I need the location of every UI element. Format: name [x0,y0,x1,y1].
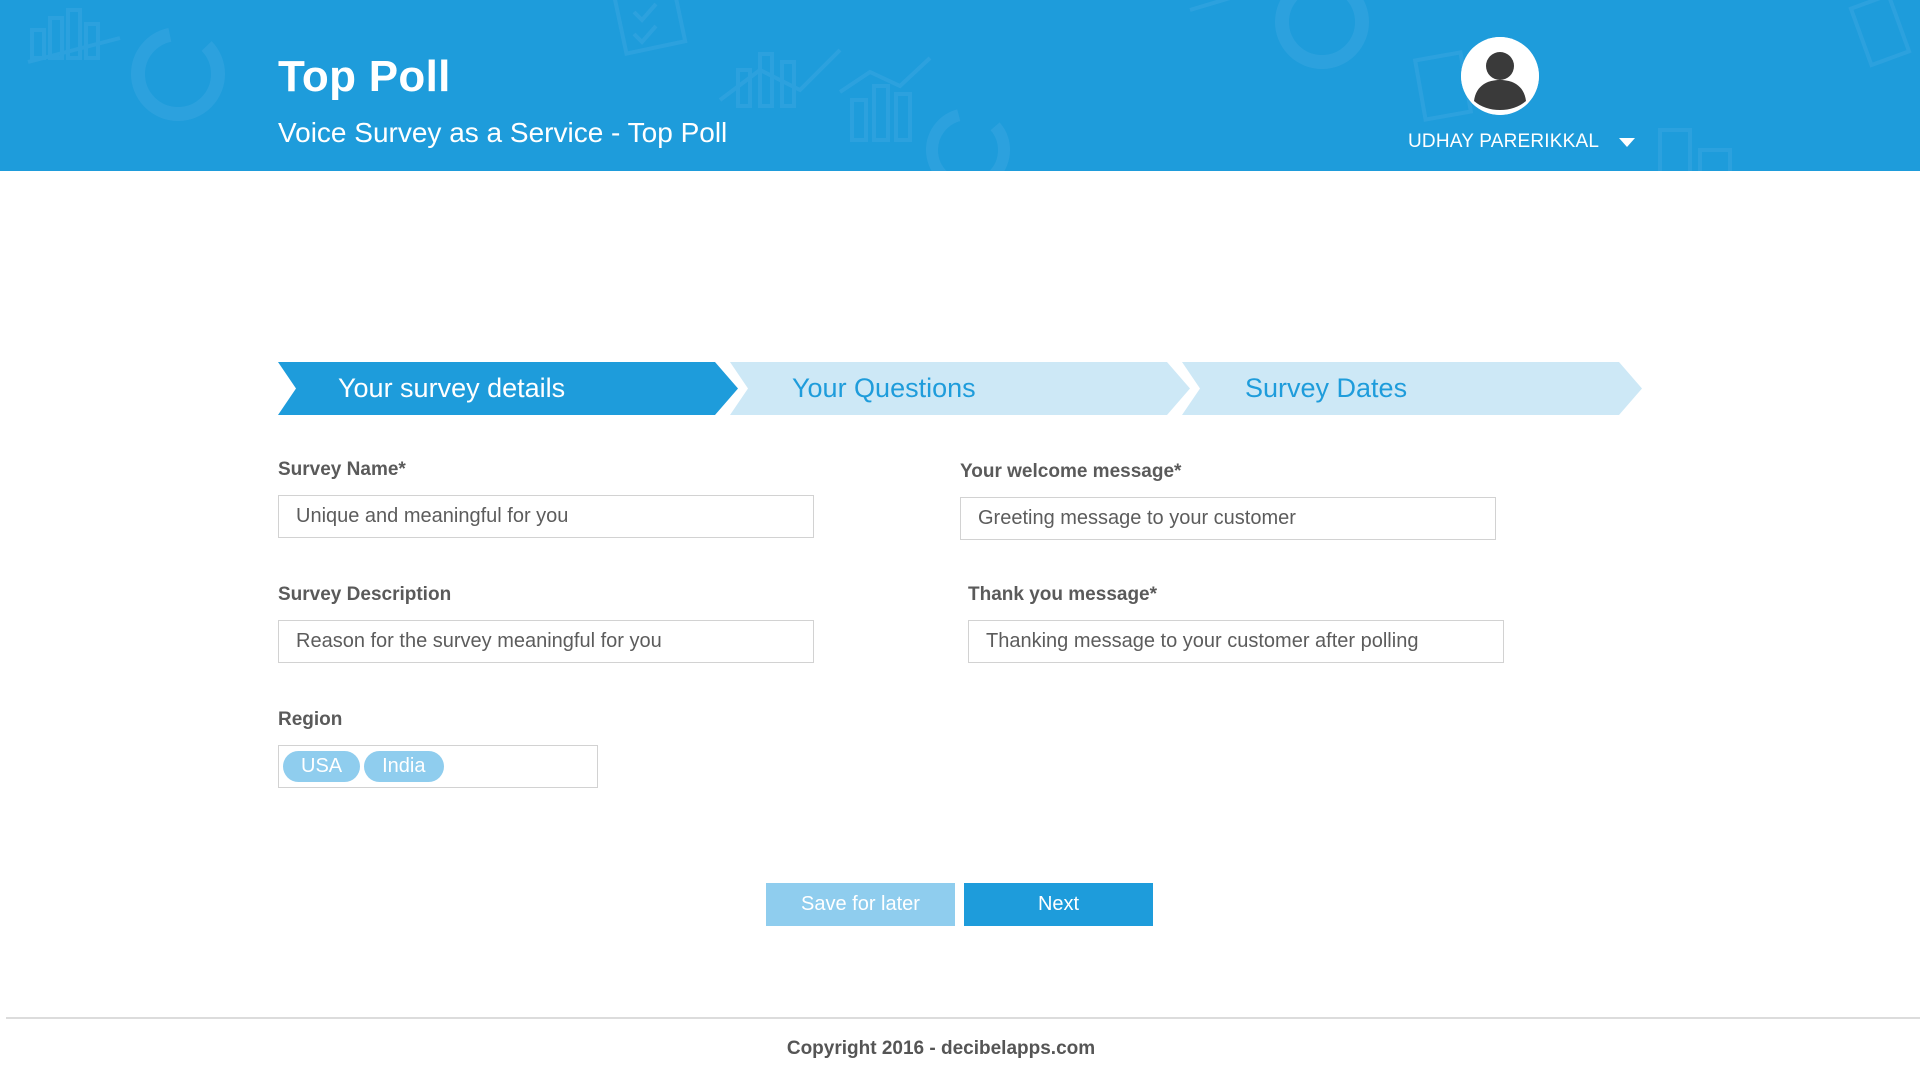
region-tag-india[interactable]: India [364,751,444,782]
step-survey-dates[interactable]: Survey Dates [1182,362,1642,415]
region-label: Region [278,709,343,730]
welcome-message-input[interactable] [960,497,1496,540]
step-survey-details[interactable]: Your survey details [278,362,738,415]
thank-you-message-label: Thank you message* [968,584,1158,605]
app-title: Top Poll [278,52,451,101]
step-your-questions[interactable]: Your Questions [730,362,1190,415]
footer-copyright: Copyright 2016 - decibelapps.com [786,1038,1096,1059]
region-tag-usa[interactable]: USA [283,751,361,782]
user-avatar-icon[interactable] [1461,37,1539,115]
step-label: Your survey details [338,373,566,403]
chevron-down-icon[interactable] [1619,137,1636,147]
survey-description-label: Survey Description [278,584,452,605]
progress-stepper: Your survey details Your Questions Surve… [278,362,1642,415]
step-label: Your Questions [792,373,976,403]
survey-name-input[interactable] [278,495,814,538]
save-for-later-button[interactable]: Save for later [766,883,955,926]
survey-description-input[interactable] [278,620,814,663]
app-header: Top Poll Voice Survey as a Service - Top… [0,0,1920,171]
step-label: Survey Dates [1245,373,1408,403]
welcome-message-label: Your welcome message* [960,461,1182,482]
thank-you-message-input[interactable] [968,620,1504,663]
user-menu[interactable]: UDHAY PARERIKKAL [1408,128,1636,156]
footer-divider [6,1017,1920,1019]
next-button[interactable]: Next [964,883,1153,926]
app-subtitle: Voice Survey as a Service - Top Poll [278,117,728,148]
user-name: UDHAY PARERIKKAL [1408,131,1600,152]
region-tag-input[interactable]: USA India [278,745,598,788]
survey-name-label: Survey Name* [278,459,406,480]
